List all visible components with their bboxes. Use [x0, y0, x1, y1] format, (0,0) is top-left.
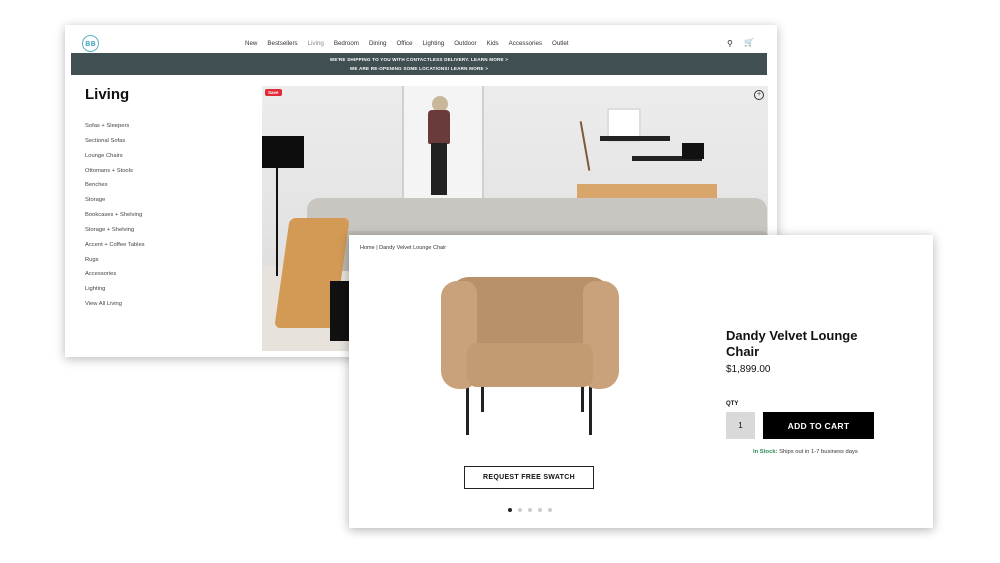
stock-status-note: Ships out in 1-7 business days — [779, 449, 858, 455]
category-item[interactable]: Accent + Coffee Tables — [85, 242, 145, 257]
stock-status-label: In Stock: — [753, 449, 778, 455]
stock-status: In Stock: Ships out in 1-7 business days — [753, 449, 858, 455]
add-to-cart-button[interactable]: ADD TO CART — [763, 412, 874, 439]
category-item[interactable]: Lounge Chairs — [85, 153, 145, 168]
chair-leg — [466, 385, 469, 435]
search-icon[interactable]: ⚲ — [727, 39, 733, 48]
pinterest-save-button[interactable]: Save — [265, 89, 282, 96]
nav-item-lighting[interactable]: Lighting — [423, 40, 445, 47]
category-list: Sofas + Sleepers Sectional Sofas Lounge … — [85, 123, 145, 316]
hero-floor-lamp-shade — [262, 136, 304, 168]
logo-icon[interactable]: BB — [82, 35, 99, 52]
nav-item-bestsellers[interactable]: Bestsellers — [267, 40, 297, 47]
product-price: $1,899.00 — [726, 364, 771, 375]
category-item[interactable]: Sectional Sofas — [85, 138, 145, 153]
main-nav: New Bestsellers Living Bedroom Dining Of… — [245, 40, 579, 47]
qty-label: QTY — [726, 401, 739, 407]
category-item[interactable]: Lighting — [85, 286, 145, 301]
carousel-dot[interactable] — [528, 508, 532, 512]
banner-line-1[interactable]: WE'RE SHIPPING TO YOU WITH CONTACTLESS D… — [330, 55, 508, 64]
nav-item-living[interactable]: Living — [308, 40, 324, 47]
hero-branch — [579, 121, 591, 171]
category-item[interactable]: Storage — [85, 197, 145, 212]
hero-floor-lamp-pole — [276, 166, 278, 276]
nav-item-outlet[interactable]: Outlet — [552, 40, 569, 47]
hero-table-lamp — [682, 143, 704, 159]
nav-item-bedroom[interactable]: Bedroom — [334, 40, 359, 47]
product-page-card: Home | Dandy Velvet Lounge Chair REQUEST… — [349, 235, 933, 528]
nav-item-dining[interactable]: Dining — [369, 40, 387, 47]
breadcrumb[interactable]: Home | Dandy Velvet Lounge Chair — [360, 245, 446, 251]
carousel-dot[interactable] — [548, 508, 552, 512]
chair-leg — [589, 385, 592, 435]
nav-item-outdoor[interactable]: Outdoor — [454, 40, 476, 47]
hero-model-body — [428, 110, 450, 144]
carousel-dots — [508, 508, 552, 512]
category-item[interactable]: Benches — [85, 182, 145, 197]
carousel-dot[interactable] — [518, 508, 522, 512]
carousel-dot[interactable] — [538, 508, 542, 512]
zoom-icon[interactable]: + — [754, 90, 764, 100]
nav-item-new[interactable]: New — [245, 40, 257, 47]
banner-line-2[interactable]: WE ARE RE-OPENING SOME LOCATIONS! LEARN … — [350, 64, 488, 73]
page-title: Living — [85, 86, 130, 103]
category-item[interactable]: Rugs — [85, 257, 145, 272]
product-title: Dandy Velvet Lounge Chair — [726, 328, 858, 359]
chair-seat — [467, 343, 593, 387]
quantity-input[interactable]: 1 — [726, 412, 755, 439]
nav-item-office[interactable]: Office — [396, 40, 412, 47]
category-item[interactable]: View All Living — [85, 301, 145, 316]
category-item[interactable]: Ottomans + Stools — [85, 168, 145, 183]
hero-model-legs — [431, 143, 447, 195]
nav-item-kids[interactable]: Kids — [487, 40, 499, 47]
category-item[interactable]: Sofas + Sleepers — [85, 123, 145, 138]
product-image[interactable] — [441, 277, 619, 437]
promo-banner[interactable]: WE'RE SHIPPING TO YOU WITH CONTACTLESS D… — [71, 53, 767, 75]
cart-icon[interactable]: 🛒 — [744, 38, 754, 47]
nav-item-accessories[interactable]: Accessories — [509, 40, 542, 47]
carousel-dot[interactable] — [508, 508, 512, 512]
category-item[interactable]: Accessories — [85, 271, 145, 286]
category-item[interactable]: Bookcases + Shelving — [85, 212, 145, 227]
hero-shelf — [600, 136, 670, 141]
request-swatch-button[interactable]: REQUEST FREE SWATCH — [464, 466, 594, 489]
category-item[interactable]: Storage + Shelving — [85, 227, 145, 242]
